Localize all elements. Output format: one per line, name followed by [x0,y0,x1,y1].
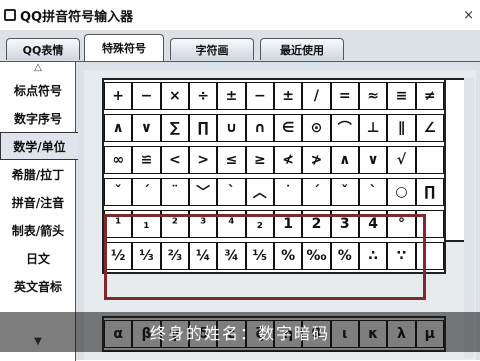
symbol-cell[interactable]: − [245,82,274,110]
symbol-cell[interactable]: ≤ [217,146,246,174]
sidebar-item-box-arrows[interactable]: 制表/箭头 [0,216,76,244]
symbol-cell[interactable]: ≠ [415,82,444,110]
sidebar-item-punctuation[interactable]: 标点符号 [0,76,76,104]
symbol-cell[interactable]: ∈ [273,114,303,142]
symbol-cell[interactable]: = [330,82,359,110]
symbol-cell[interactable]: ∩ [245,114,274,142]
video-subtitle: 终身的姓名：数字暗码 [0,312,480,352]
symbol-cell[interactable]: ∧ [330,146,359,174]
symbol-cell[interactable]: ⌒ [330,114,359,142]
symbol-cell[interactable]: ˇ [330,178,359,206]
tab-char-art[interactable]: 字符画 [170,38,254,60]
symbol-cell[interactable]: ≮ [273,146,303,174]
window-body: QQ表情 特殊符号 字符画 最近使用 △ 标点符号 数字序号 数学/单位 希腊/… [0,30,480,361]
sidebar-item-math-units[interactable]: 数学/单位 [0,132,78,160]
scroll-up-icon[interactable]: △ [0,62,76,76]
top-row: ∧ ∨ ∑ ∏ ∪ ∩ ∈ ⊙ ⌒ ⊥ ∥ ∠ [104,112,444,144]
symbol-cell[interactable]: ˙ [273,178,303,206]
symbol-cell[interactable]: ∨ [358,146,388,174]
tab-recent[interactable]: 最近使用 [260,38,344,60]
sidebar-item-japanese[interactable]: 日文 [0,244,76,272]
symbol-cell[interactable]: ˊ [302,178,331,206]
symbol-cell[interactable]: ˇ [104,178,133,206]
symbol-cell[interactable]: > [188,146,218,174]
symbol-cell[interactable]: ∑ [160,114,189,142]
sidebar-item-greek-latin[interactable]: 希腊/拉丁 [0,160,76,188]
symbol-cell[interactable]: ≌ [132,146,161,174]
symbol-cell[interactable]: × [160,82,189,110]
symbol-cell[interactable]: − [132,82,161,110]
symbol-cell[interactable]: ∏ [415,178,444,206]
symbol-cell[interactable]: ≯ [302,146,331,174]
symbol-cell[interactable]: + [104,82,133,110]
tab-bar: QQ表情 特殊符号 字符画 最近使用 [0,34,480,62]
symbol-cell[interactable]: ﹀ [188,178,218,206]
symbol-cell[interactable]: ∨ [132,114,161,142]
tab-special-symbols[interactable]: 特殊符号 [84,34,164,61]
symbol-cell[interactable]: ⊙ [302,114,331,142]
symbol-cell[interactable]: ¨ [160,178,189,206]
symbol-cell[interactable] [415,146,444,174]
top-row: ∞ ≌ < > ≤ ≥ ≮ ≯ ∧ ∨ √ [104,144,444,176]
symbol-cell[interactable]: ˊ [132,178,161,206]
app-logo-icon [4,9,16,21]
symbol-cell[interactable]: ÷ [188,82,218,110]
close-icon[interactable]: × [463,8,474,23]
symbol-cell[interactable]: ± [273,82,303,110]
symbol-cell[interactable]: ⊥ [358,114,388,142]
sidebar-item-pinyin[interactable]: 拼音/注音 [0,188,76,216]
symbol-cell[interactable]: ∥ [387,114,416,142]
symbol-cell[interactable]: ˋ [358,178,388,206]
symbol-cell[interactable]: ∞ [104,146,133,174]
symbol-cell[interactable]: ∪ [217,114,246,142]
symbol-cell[interactable]: ∧ [104,114,133,142]
symbol-cell[interactable]: ˋ [217,178,246,206]
tab-qq-emoji[interactable]: QQ表情 [6,38,80,60]
symbol-cell[interactable]: / [302,82,331,110]
top-row: + − × ÷ ± − ± / = ≈ ≡ ≠ [104,80,444,112]
title-bar: QQ拼音符号输入器 × [0,0,480,30]
symbol-cell[interactable]: ○ [387,178,416,206]
symbol-cell[interactable]: ≈ [358,82,388,110]
top-row: ˇ ˊ ¨ ﹀ ˋ ︿ ˙ ˊ ˇ ˋ ○ ∏ [104,176,444,208]
symbol-cell[interactable]: ︿ [245,178,274,206]
symbol-cell[interactable]: ∏ [188,114,218,142]
symbol-cell[interactable]: √ [387,146,416,174]
sidebar-item-phonetic[interactable]: 英文音标 [0,272,76,300]
symbol-cell[interactable]: ≡ [387,82,416,110]
sidebar-item-numbers[interactable]: 数字序号 [0,104,76,132]
highlight-box [104,214,426,300]
symbol-cell[interactable]: < [160,146,189,174]
symbol-cell[interactable]: ≥ [245,146,274,174]
window-title: QQ拼音符号输入器 [20,9,134,25]
symbol-cell[interactable]: ∠ [415,114,444,142]
symbol-cell[interactable]: ± [217,82,246,110]
